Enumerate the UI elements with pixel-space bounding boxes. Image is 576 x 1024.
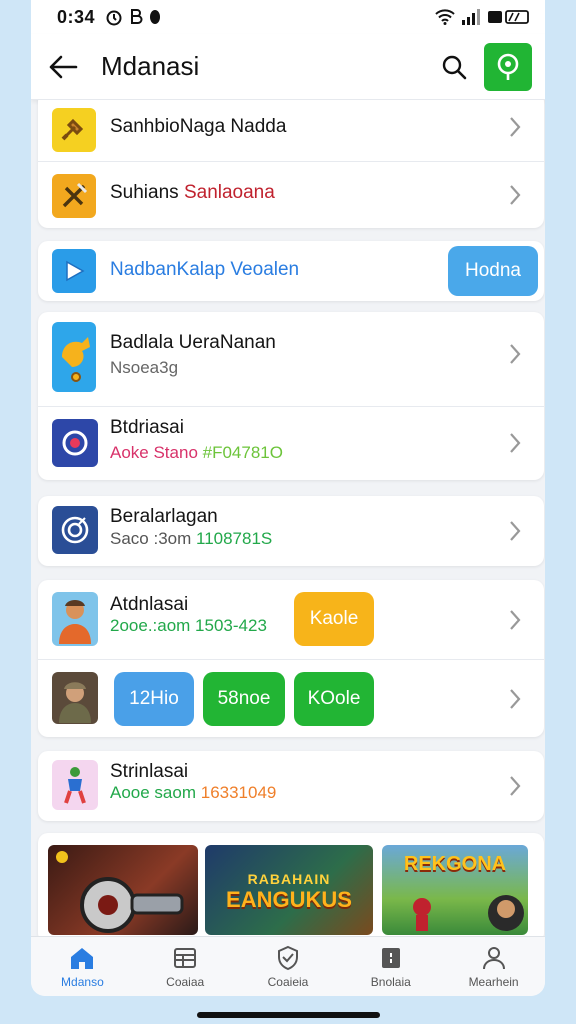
page-title: Mdanasi — [101, 51, 200, 81]
nav-label: Coaiaa — [166, 975, 205, 989]
item-subtitle: Nsoea3g — [110, 358, 179, 377]
app-bar: Mdanasi — [31, 34, 545, 100]
item-title: SanhbioNaga Nadda — [110, 116, 287, 137]
item-title: Beralarlagan — [110, 506, 218, 527]
pin-icon — [497, 53, 519, 80]
app-card-3: Badlala UeraNanan Nsoea3g Btdriasai Aoke… — [38, 312, 544, 480]
item-title: Btdriasai — [110, 417, 184, 438]
list-item[interactable]: 12Hio 58noe KOole — [38, 660, 544, 737]
item-title: Atdnlasai — [110, 594, 189, 615]
nav-label: Mdanso — [61, 975, 104, 989]
nav-item-home[interactable]: Mdanso — [31, 937, 134, 996]
table-icon — [174, 948, 197, 968]
banner-carousel[interactable]: RABAHAIN EANGUKUS REKGONA — [38, 833, 544, 936]
app-card-2[interactable]: NadbanKalap Veoalen Hodna — [38, 241, 544, 301]
item-title: Strinlasai — [110, 761, 189, 782]
nav-label: Mearhein — [468, 975, 519, 989]
item-subtitle: 2ooe.:aom 1503-423 — [110, 616, 267, 635]
nav-item-table[interactable]: Coaiaa — [134, 937, 237, 996]
person-avatar-icon — [52, 592, 98, 646]
chevron-right-icon — [510, 610, 521, 630]
fantasy-game-banner[interactable]: RABAHAIN EANGUKUS — [205, 845, 373, 935]
target-icon — [52, 419, 98, 467]
arrow-left-icon — [49, 55, 78, 78]
item-title: Badlala UeraNanan — [110, 332, 276, 353]
search-icon — [442, 55, 467, 79]
phone-screen: 0:34 Mdanasi SanhbioNaga Nadda Suhians S… — [31, 0, 545, 996]
alarm-icon — [106, 10, 122, 26]
item-title: Suhians Sanlaoana — [110, 182, 275, 203]
action-button[interactable]: Kaole — [294, 592, 374, 646]
play-icon — [52, 249, 96, 293]
battery-icon — [488, 10, 529, 24]
chevron-right-icon — [510, 521, 521, 541]
chevron-right-icon — [510, 185, 521, 205]
action-button[interactable]: KOole — [294, 672, 374, 726]
list-item[interactable]: Btdriasai Aoke Stano #F04781O — [38, 407, 544, 480]
chevron-right-icon — [510, 117, 521, 137]
ring-icon — [52, 506, 98, 554]
item-subtitle: Aoke Stano #F04781O — [110, 443, 283, 462]
nav-item-shield[interactable]: Coaieia — [237, 937, 340, 996]
cross-tools-icon — [52, 174, 96, 218]
list-item[interactable]: Suhians Sanlaoana — [38, 162, 544, 228]
item-subtitle: Saco :3om 1108781S — [110, 529, 273, 548]
profile-button[interactable] — [484, 42, 532, 91]
action-button[interactable]: 12Hio — [114, 672, 194, 726]
robot-game-banner[interactable] — [48, 845, 198, 935]
chevron-right-icon — [510, 433, 521, 453]
list-item[interactable]: Badlala UeraNanan Nsoea3g — [38, 312, 544, 407]
item-subtitle: Aooe saom 16331049 — [110, 783, 277, 802]
app-card-5: Atdnlasai 2ooe.:aom 1503-423 Kaole 12Hio… — [38, 580, 544, 737]
chevron-right-icon — [510, 776, 521, 796]
app-card-4[interactable]: Beralarlagan Saco :3om 1108781S — [38, 496, 544, 566]
soccer-game-banner[interactable]: REKGONA — [382, 845, 528, 935]
shield-check-icon — [277, 945, 298, 971]
list-item[interactable]: Atdnlasai 2ooe.:aom 1503-423 Kaole — [38, 580, 544, 660]
chevron-right-icon — [510, 344, 521, 364]
dot-icon — [150, 10, 161, 24]
action-button[interactable]: Hodna — [448, 246, 538, 296]
app-card-1: SanhbioNaga Nadda Suhians Sanlaoana — [38, 100, 544, 228]
action-button[interactable]: 58noe — [203, 672, 285, 726]
nav-label: Coaieia — [267, 975, 309, 989]
content-scroll[interactable]: SanhbioNaga Nadda Suhians Sanlaoana Nadb… — [31, 100, 545, 936]
bottom-navigation: Mdanso Coaiaa Coaieia Bnolaia Mearhein — [31, 936, 545, 996]
status-bar: 0:34 — [31, 0, 545, 34]
storage-icon — [381, 948, 400, 968]
status-time: 0:34 — [57, 6, 96, 27]
home-indicator[interactable] — [197, 1012, 380, 1018]
chevron-right-icon — [510, 689, 521, 709]
item-title: NadbanKalap Veoalen — [110, 259, 300, 280]
runner-icon — [52, 760, 98, 810]
back-button[interactable] — [31, 34, 95, 100]
search-button[interactable] — [432, 45, 476, 89]
wifi-icon — [435, 9, 455, 25]
person-icon — [482, 947, 505, 970]
nav-item-storage[interactable]: Bnolaia — [339, 937, 442, 996]
banner-title-line1: RABAHAIN — [247, 871, 331, 887]
soldier-avatar-icon — [52, 672, 98, 724]
home-icon — [71, 948, 94, 969]
b-icon — [131, 9, 143, 24]
list-item[interactable]: SanhbioNaga Nadda — [38, 100, 544, 162]
app-card-6[interactable]: Strinlasai Aooe saom 16331049 — [38, 751, 544, 821]
hammer-icon — [52, 108, 96, 152]
nav-label: Bnolaia — [370, 975, 411, 989]
rooster-icon — [52, 322, 96, 392]
nav-item-profile[interactable]: Mearhein — [442, 937, 545, 996]
banner-title-line2: EANGUKUS — [226, 887, 352, 912]
signal-icon — [462, 9, 480, 25]
